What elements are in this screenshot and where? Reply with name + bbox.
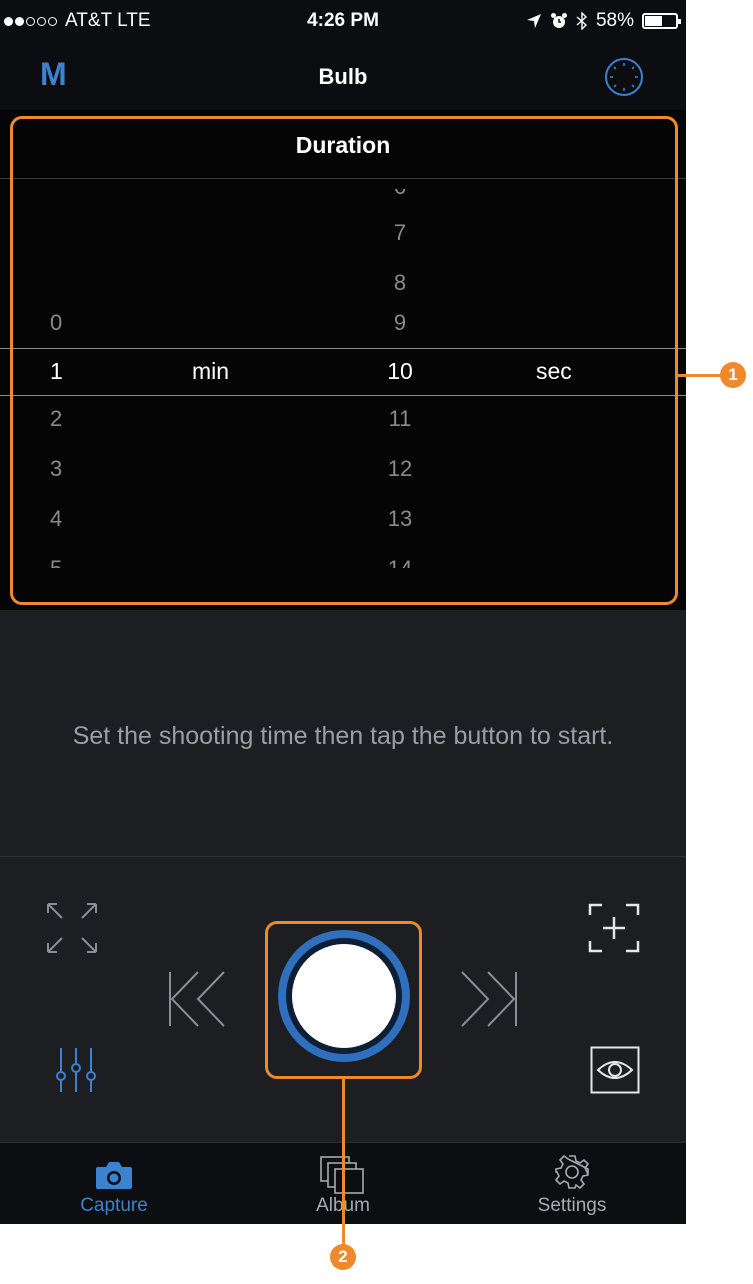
callout-badge-2: 2 xyxy=(330,1244,356,1270)
self-timer-icon[interactable] xyxy=(604,57,644,97)
tab-capture[interactable]: Capture xyxy=(0,1143,228,1224)
callout-frame-shutter xyxy=(265,921,422,1079)
tab-label: Capture xyxy=(80,1195,148,1216)
instruction-text: Set the shooting time then tap the butto… xyxy=(72,722,614,750)
status-bar: AT&T LTE 4:26 PM 58% xyxy=(0,0,686,40)
callout-frame-duration xyxy=(10,116,678,605)
fast-forward-icon[interactable] xyxy=(458,970,520,1028)
battery-fill xyxy=(645,16,663,26)
navigation-bar: M Bulb xyxy=(0,40,686,110)
focus-frame-icon[interactable] xyxy=(588,903,640,953)
adjustments-sliders-icon[interactable] xyxy=(54,1046,98,1094)
callout-leader-line xyxy=(342,1078,345,1252)
battery-icon xyxy=(642,13,681,29)
rewind-icon[interactable] xyxy=(166,970,228,1028)
tab-label: Settings xyxy=(537,1195,607,1216)
callout-badge-1: 1 xyxy=(720,362,746,388)
gear-icon xyxy=(554,1154,590,1190)
page-title: Bulb xyxy=(318,64,368,89)
location-arrow-icon xyxy=(526,14,541,28)
status-icons: 58% xyxy=(526,10,681,32)
battery-percent: 58% xyxy=(595,10,634,31)
divider xyxy=(0,856,686,857)
live-view-eye-icon[interactable] xyxy=(590,1046,640,1094)
tab-settings[interactable]: Settings xyxy=(458,1143,686,1224)
alarm-icon xyxy=(550,13,567,28)
bluetooth-icon xyxy=(576,12,587,30)
camera-icon xyxy=(96,1162,132,1189)
fullscreen-icon[interactable] xyxy=(44,900,100,956)
